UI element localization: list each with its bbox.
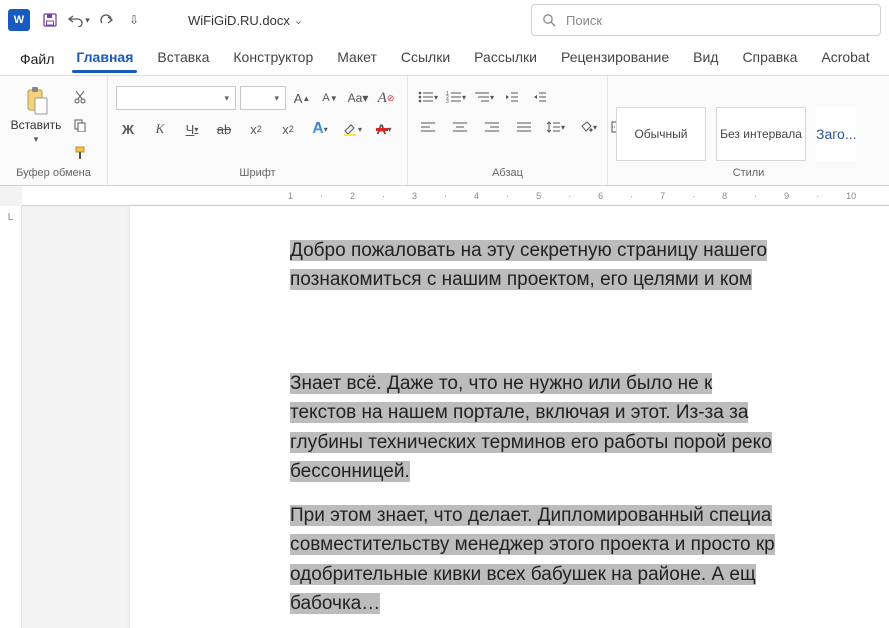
align-left-button[interactable]	[416, 116, 440, 138]
font-label: Шрифт	[116, 165, 399, 183]
paste-icon	[23, 86, 49, 116]
bucket-icon	[579, 121, 593, 133]
strike-button[interactable]: ab	[212, 118, 236, 140]
search-icon	[542, 13, 556, 27]
redo-button[interactable]	[92, 6, 120, 34]
filename-text: WiFiGiD.RU.docx	[188, 13, 290, 28]
paragraph-label: Абзац	[416, 165, 599, 183]
align-left-icon	[421, 122, 435, 132]
save-icon	[42, 12, 58, 28]
bullets-icon	[418, 91, 434, 103]
cut-icon	[73, 90, 87, 104]
tab-references[interactable]: Ссылки	[389, 43, 462, 75]
styles-label: Стили	[616, 165, 881, 183]
style-normal[interactable]: Обычный	[616, 107, 706, 161]
tab-help[interactable]: Справка	[730, 43, 809, 75]
tab-mailings[interactable]: Рассылки	[462, 43, 549, 75]
format-painter-button[interactable]	[68, 142, 92, 164]
align-justify-button[interactable]	[512, 116, 536, 138]
document-title[interactable]: WiFiGiD.RU.docx ⌄	[188, 13, 303, 28]
page[interactable]: Добро пожаловать на эту секретную страни…	[130, 206, 889, 628]
tab-acrobat[interactable]: Acrobat	[809, 43, 881, 75]
save-button[interactable]	[36, 6, 64, 34]
font-color-button[interactable]: A▾	[372, 118, 396, 140]
clipboard-label: Буфер обмена	[8, 165, 99, 183]
tab-design[interactable]: Конструктор	[221, 43, 325, 75]
font-name-combo[interactable]: ▾	[116, 86, 236, 110]
outdent-button[interactable]	[500, 86, 524, 108]
subscript-button[interactable]: x2	[244, 118, 268, 140]
bullets-button[interactable]: ▾	[416, 86, 440, 108]
indent-icon	[533, 91, 547, 103]
underline-button[interactable]: Ч▾	[180, 118, 204, 140]
numbering-icon: 123	[446, 91, 462, 103]
style-heading[interactable]: Заго...	[816, 107, 856, 161]
svg-text:3: 3	[446, 99, 449, 103]
search-placeholder: Поиск	[566, 13, 602, 28]
vertical-ruler[interactable]: L	[0, 206, 22, 628]
app-icon: W	[8, 9, 30, 31]
chevron-down-icon: ⌄	[294, 14, 303, 27]
quickaccess-more[interactable]: ⇩	[120, 6, 148, 34]
ribbon: Вставить ▾ Буфер обмена ▾ ▾ A▲ A▼ Aa▾ A⊘	[0, 76, 889, 186]
tab-file[interactable]: Файл	[10, 45, 64, 75]
undo-button[interactable]: ▾	[64, 6, 92, 34]
highlight-button[interactable]: ▾	[340, 118, 364, 140]
paste-button[interactable]: Вставить ▾	[8, 82, 64, 145]
horizontal-ruler[interactable]: 1 · 2 · 3 · 4 · 5 · 6 · 7 · 8 · 9 · 10	[22, 186, 889, 206]
line-spacing-button[interactable]: ▾	[544, 116, 568, 138]
align-right-button[interactable]	[480, 116, 504, 138]
group-font: ▾ ▾ A▲ A▼ Aa▾ A⊘ Ж К Ч▾ ab x2 x2 A▾ ▾ A▾	[108, 76, 408, 185]
ribbon-tabs: Файл Главная Вставка Конструктор Макет С…	[0, 40, 889, 76]
redo-icon	[98, 13, 114, 27]
italic-button[interactable]: К	[148, 118, 172, 140]
change-case-button[interactable]: Aa▾	[346, 87, 370, 109]
undo-icon	[66, 13, 84, 27]
multilevel-icon	[474, 91, 490, 103]
document-body[interactable]: Добро пожаловать на эту секретную страни…	[290, 236, 889, 628]
search-box[interactable]: Поиск	[531, 4, 881, 36]
numbering-button[interactable]: 123▾	[444, 86, 468, 108]
style-nospacing[interactable]: Без интервала	[716, 107, 806, 161]
bold-button[interactable]: Ж	[116, 118, 140, 140]
grow-font-button[interactable]: A▲	[290, 87, 314, 109]
title-bar: W ▾ ⇩ WiFiGiD.RU.docx ⌄ Поиск	[0, 0, 889, 40]
brush-icon	[73, 146, 87, 160]
align-justify-icon	[517, 122, 531, 132]
font-size-combo[interactable]: ▾	[240, 86, 286, 110]
clear-format-button[interactable]: A⊘	[374, 87, 398, 109]
align-center-button[interactable]	[448, 116, 472, 138]
shading-button[interactable]: ▾	[576, 116, 600, 138]
document-area: L Добро пожаловать на эту секретную стра…	[0, 206, 889, 628]
outdent-icon	[505, 91, 519, 103]
superscript-button[interactable]: x2	[276, 118, 300, 140]
tab-view[interactable]: Вид	[681, 43, 730, 75]
group-styles: Обычный Без интервала Заго... Стили	[608, 76, 889, 185]
multilevel-button[interactable]: ▾	[472, 86, 496, 108]
indent-button[interactable]	[528, 86, 552, 108]
align-center-icon	[453, 122, 467, 132]
tab-home[interactable]: Главная	[64, 43, 145, 75]
group-clipboard: Вставить ▾ Буфер обмена	[0, 76, 108, 185]
tab-insert[interactable]: Вставка	[145, 43, 221, 75]
text-effects-button[interactable]: A▾	[308, 118, 332, 140]
group-paragraph: ▾ 123▾ ▾ ▾ ▾ ▾ А↓ ¶ А	[408, 76, 608, 185]
cut-button[interactable]	[68, 86, 92, 108]
selected-text: Добро пожаловать на эту секретную страни…	[290, 240, 767, 261]
blank-area	[320, 309, 800, 355]
highlight-icon	[342, 121, 358, 137]
spacing-icon	[547, 121, 561, 133]
shrink-font-button[interactable]: A▼	[318, 87, 342, 109]
align-right-icon	[485, 122, 499, 132]
copy-button[interactable]	[68, 114, 92, 136]
tab-layout[interactable]: Макет	[325, 43, 389, 75]
paste-label: Вставить	[11, 118, 62, 132]
tab-review[interactable]: Рецензирование	[549, 43, 681, 75]
copy-icon	[73, 118, 87, 132]
